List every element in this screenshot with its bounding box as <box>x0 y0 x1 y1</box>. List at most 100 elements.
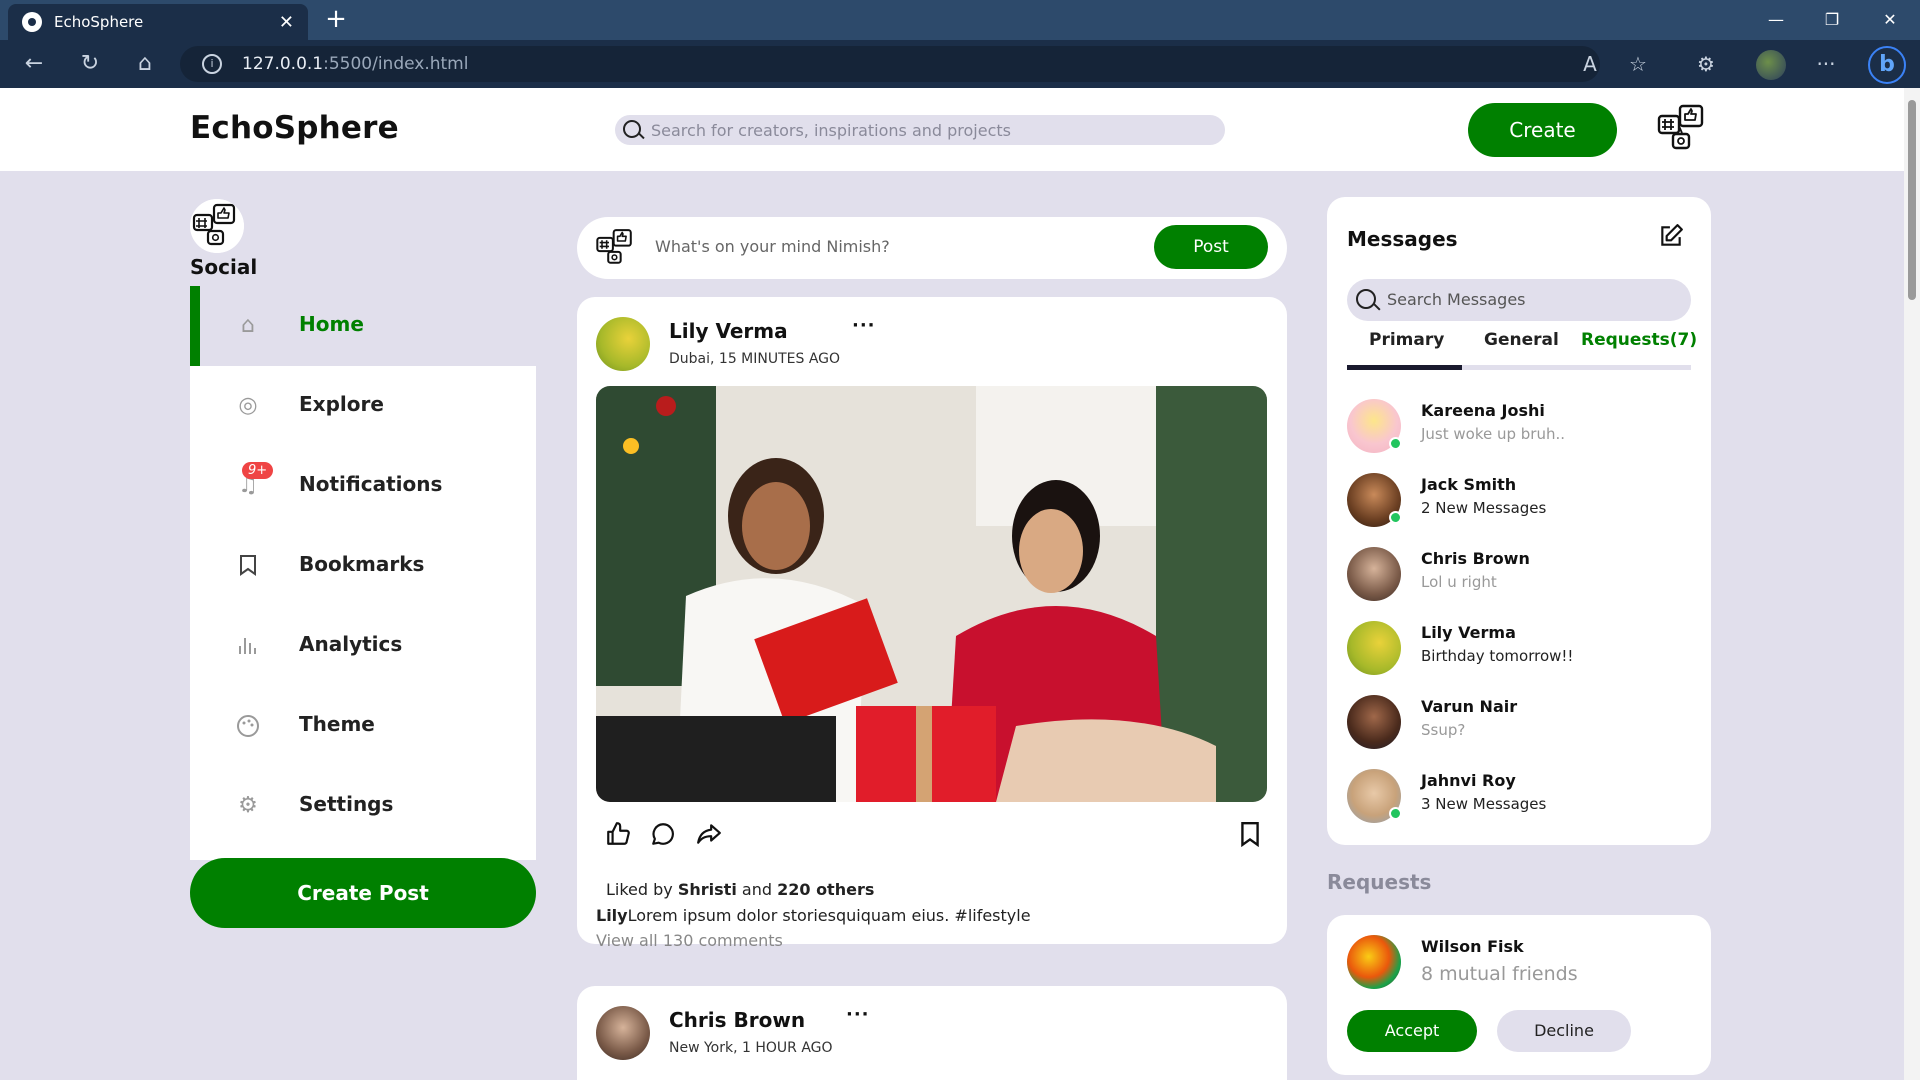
tab-close-icon[interactable]: ✕ <box>279 12 294 33</box>
sidebar-item-theme[interactable]: Theme <box>190 686 536 766</box>
read-aloud-icon[interactable]: A <box>1572 48 1608 80</box>
contact-avatar <box>1347 621 1401 675</box>
app-logo[interactable]: EchoSphere <box>190 110 399 146</box>
minimize-icon[interactable]: — <box>1752 6 1800 34</box>
home-icon: ⌂ <box>241 313 255 338</box>
scrollbar-thumb[interactable] <box>1908 100 1916 300</box>
author-avatar[interactable] <box>596 317 650 371</box>
profile-avatar[interactable] <box>190 199 244 253</box>
back-icon[interactable]: ← <box>16 48 52 80</box>
messages-panel: Messages Search Messages Primary General… <box>1327 197 1711 845</box>
sidebar-item-explore[interactable]: ◎ Explore <box>190 366 536 446</box>
message-item[interactable]: Varun Nair Ssup? <box>1347 693 1691 753</box>
message-item[interactable]: Chris Brown Lol u right <box>1347 545 1691 605</box>
browser-profile-avatar[interactable] <box>1756 50 1786 80</box>
site-info-icon[interactable]: i <box>202 54 222 74</box>
create-post-button[interactable]: Create Post <box>190 858 536 928</box>
sidebar-item-label: Explore <box>299 392 384 416</box>
new-tab-icon[interactable]: + <box>318 4 354 36</box>
search-icon <box>1356 289 1376 309</box>
messages-title: Messages <box>1347 227 1458 251</box>
decline-button[interactable]: Decline <box>1497 1010 1631 1052</box>
contact-name: Kareena Joshi <box>1421 401 1545 420</box>
requester-name[interactable]: Wilson Fisk <box>1421 937 1524 956</box>
browser-tab[interactable]: EchoSphere ✕ <box>8 4 308 40</box>
sidebar-item-notifications[interactable]: ♫ 9+ Notifications <box>190 446 536 526</box>
tab-strip: EchoSphere ✕ + — ❐ ✕ <box>0 0 1920 40</box>
view-comments-link[interactable]: View all 130 comments <box>596 931 783 950</box>
tab-title: EchoSphere <box>54 13 144 31</box>
search-input[interactable]: Search for creators, inspirations and pr… <box>615 115 1225 145</box>
likes-summary[interactable]: Liked by Shristi and 220 others <box>606 880 874 899</box>
author-avatar[interactable] <box>596 1006 650 1060</box>
message-preview: Just woke up bruh.. <box>1421 425 1566 443</box>
bookmark-post-icon[interactable] <box>1235 821 1265 851</box>
bar-chart-icon <box>236 634 260 658</box>
post-more-icon[interactable]: ··· <box>852 315 876 336</box>
message-item[interactable]: Jack Smith 2 New Messages <box>1347 471 1691 531</box>
extensions-icon[interactable]: ⚙ <box>1688 48 1724 80</box>
gear-icon: ⚙ <box>238 793 258 818</box>
palette-icon <box>236 714 260 738</box>
bing-copilot-icon[interactable]: b <box>1868 46 1906 84</box>
feed-post: Lily Verma Dubai, 15 MINUTES AGO ··· Lik… <box>577 297 1287 950</box>
liked-and: and <box>736 880 778 899</box>
search-placeholder: Search for creators, inspirations and pr… <box>651 120 1011 140</box>
sidebar-item-label: Notifications <box>299 472 443 496</box>
notification-badge: 9+ <box>242 462 274 479</box>
comment-icon[interactable] <box>648 821 678 851</box>
tab-general[interactable]: General <box>1484 330 1559 350</box>
post-more-icon[interactable]: ··· <box>846 1004 870 1025</box>
message-search-input[interactable]: Search Messages <box>1347 279 1691 321</box>
page-scrollbar[interactable] <box>1904 88 1920 1080</box>
sidebar-item-analytics[interactable]: Analytics <box>190 606 536 686</box>
post-composer: What's on your mind Nimish? Post <box>577 217 1287 279</box>
favorite-star-icon[interactable]: ☆ <box>1620 48 1656 80</box>
sidebar-item-label: Theme <box>299 712 375 736</box>
message-preview: 3 New Messages <box>1421 795 1547 813</box>
online-indicator <box>1389 437 1402 450</box>
requester-avatar[interactable] <box>1347 935 1401 989</box>
message-item[interactable]: Kareena Joshi Just woke up bruh.. <box>1347 397 1691 457</box>
social-hashtag-like-icon[interactable] <box>1656 102 1710 156</box>
message-preview: Lol u right <box>1421 573 1497 591</box>
tab-requests[interactable]: Requests(7) <box>1581 330 1697 350</box>
post-location-time: Dubai, 15 MINUTES AGO <box>669 351 841 367</box>
composer-input[interactable]: What's on your mind Nimish? <box>655 237 890 256</box>
like-icon[interactable] <box>603 821 633 851</box>
contact-name: Lily Verma <box>1421 623 1516 642</box>
mutual-friends: 8 mutual friends <box>1421 963 1578 985</box>
post-caption: LilyLorem ipsum dolor storiesquiquam eiu… <box>596 906 1031 925</box>
active-tab-indicator <box>1347 365 1462 370</box>
url-path: :5500/index.html <box>323 54 469 74</box>
bookmark-icon <box>236 554 260 578</box>
message-item[interactable]: Jahnvi Roy 3 New Messages <box>1347 767 1691 827</box>
home-browser-icon[interactable]: ⌂ <box>127 48 163 80</box>
message-item[interactable]: Lily Verma Birthday tomorrow!! <box>1347 619 1691 679</box>
post-author[interactable]: Chris Brown <box>669 1008 805 1032</box>
reload-icon[interactable]: ↻ <box>72 48 108 80</box>
requests-title: Requests <box>1327 870 1432 894</box>
composer-avatar <box>596 229 632 264</box>
window-close-icon[interactable]: ✕ <box>1866 6 1914 34</box>
sidebar-item-bookmarks[interactable]: Bookmarks <box>190 526 536 606</box>
sidebar-item-settings[interactable]: ⚙ Settings <box>190 766 536 846</box>
share-icon[interactable] <box>694 821 724 851</box>
url-bar[interactable]: i 127.0.0.1:5500/index.html <box>180 46 1600 82</box>
search-icon <box>623 120 641 138</box>
tab-primary[interactable]: Primary <box>1369 330 1444 350</box>
compose-edit-icon[interactable] <box>1657 223 1685 251</box>
more-options-icon[interactable]: ··· <box>1808 48 1844 80</box>
post-button[interactable]: Post <box>1154 225 1268 269</box>
sidebar-item-label: Home <box>299 312 364 336</box>
restore-icon[interactable]: ❐ <box>1808 6 1856 34</box>
profile-label: Social <box>190 255 258 279</box>
create-button[interactable]: Create <box>1468 103 1617 157</box>
friend-request-card: Wilson Fisk 8 mutual friends Accept Decl… <box>1327 915 1711 1075</box>
accept-button[interactable]: Accept <box>1347 1010 1477 1052</box>
post-author[interactable]: Lily Verma <box>669 319 788 343</box>
sidebar-item-label: Settings <box>299 792 394 816</box>
contact-avatar <box>1347 695 1401 749</box>
sidebar-menu: ⌂ Home ◎ Explore ♫ 9+ Notifications Book… <box>190 286 536 860</box>
sidebar-item-home[interactable]: ⌂ Home <box>190 286 536 366</box>
